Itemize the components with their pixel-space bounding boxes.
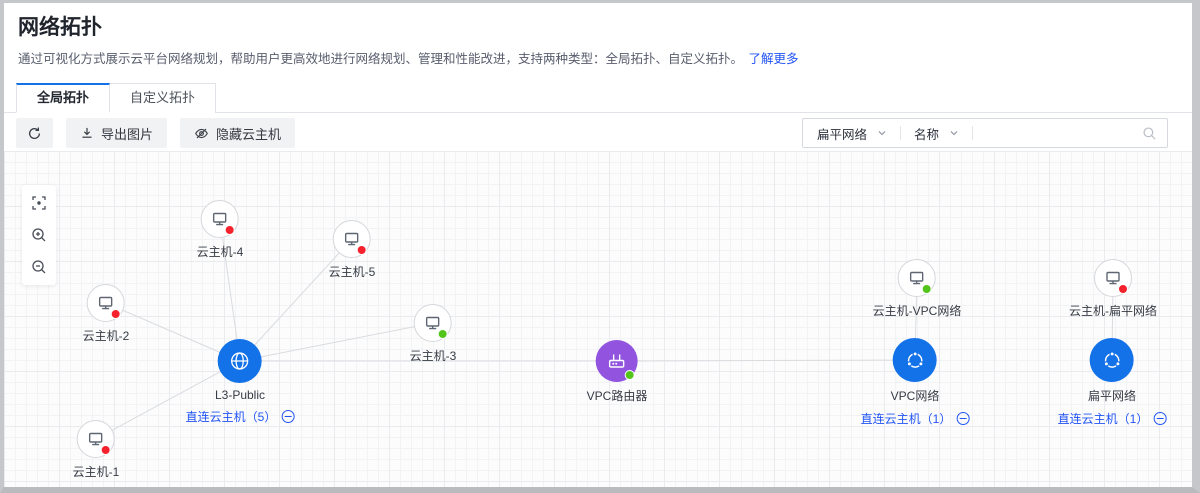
topology-node-host-2[interactable]: 云主机-2 (83, 284, 130, 344)
status-dot-red (111, 309, 121, 319)
fit-view-icon (31, 195, 47, 211)
toolbar: 导出图片 隐藏云主机 (16, 118, 295, 148)
connected-hosts-text: 直连云主机（1） (1058, 410, 1149, 427)
node-circle[interactable] (596, 340, 638, 382)
collapse-icon[interactable] (956, 412, 969, 425)
network-icon (1101, 349, 1124, 372)
description-text: 通过可视化方式展示云平台网络规划，帮助用户更高效地进行网络规划、管理和性能改进，… (18, 52, 743, 66)
topology-edges (4, 151, 1192, 487)
divider (900, 126, 901, 140)
chevron-down-icon (949, 128, 959, 138)
refresh-button[interactable] (16, 118, 53, 148)
node-circle[interactable] (893, 338, 937, 382)
tab-bar: 全局拓扑 自定义拓扑 (4, 83, 1192, 113)
zoom-out-button[interactable] (29, 257, 49, 277)
zoom-in-button[interactable] (29, 225, 49, 245)
tab-custom-topology[interactable]: 自定义拓扑 (110, 83, 216, 113)
globe-icon (228, 349, 252, 373)
node-circle[interactable] (201, 200, 239, 238)
topology-node-flat-network[interactable]: 扁平网络直连云主机（1） (1058, 338, 1167, 427)
search-field-value: 名称 (914, 124, 939, 143)
search-filter-box: 扁平网络 名称 (802, 118, 1168, 148)
status-dot-red (101, 445, 111, 455)
network-type-dropdown[interactable]: 扁平网络 (813, 124, 891, 143)
tab-global-topology[interactable]: 全局拓扑 (16, 83, 110, 113)
node-circle[interactable] (1090, 338, 1134, 382)
node-label: 云主机-扁平网络 (1069, 302, 1157, 319)
node-circle[interactable] (1094, 259, 1132, 297)
zoom-in-icon (31, 227, 47, 243)
network-type-value: 扁平网络 (817, 124, 867, 143)
zoom-out-icon (31, 259, 47, 275)
learn-more-link[interactable]: 了解更多 (749, 52, 799, 66)
node-circle[interactable] (333, 220, 371, 258)
node-circle[interactable] (898, 259, 936, 297)
node-label: 云主机-2 (83, 327, 130, 344)
export-image-button[interactable]: 导出图片 (66, 118, 167, 148)
export-image-label: 导出图片 (101, 124, 153, 143)
collapse-icon[interactable] (1153, 412, 1166, 425)
node-label: 云主机-VPC网络 (873, 302, 962, 319)
topology-node-host-flat[interactable]: 云主机-扁平网络 (1069, 259, 1157, 319)
node-label: 云主机-4 (197, 243, 244, 260)
node-label: L3-Public (215, 388, 265, 402)
hide-hosts-label: 隐藏云主机 (216, 124, 281, 143)
canvas-tools-panel (22, 185, 56, 285)
connected-hosts-link[interactable]: 直连云主机（1） (861, 410, 970, 427)
search-field-dropdown[interactable]: 名称 (910, 124, 963, 143)
status-dot-green (625, 370, 635, 380)
node-label: VPC网络 (891, 387, 940, 404)
refresh-icon (27, 126, 42, 141)
connected-hosts-link[interactable]: 直连云主机（5） (186, 408, 295, 425)
app-window: 网络拓扑 通过可视化方式展示云平台网络规划，帮助用户更高效地进行网络规划、管理和… (0, 0, 1200, 493)
node-circle[interactable] (77, 420, 115, 458)
node-circle[interactable] (414, 304, 452, 342)
status-dot-red (225, 225, 235, 235)
connected-hosts-text: 直连云主机（1） (861, 410, 952, 427)
download-icon (80, 126, 94, 140)
topology-node-host-vpc[interactable]: 云主机-VPC网络 (873, 259, 962, 319)
node-label: 云主机-1 (73, 463, 120, 480)
page-description: 通过可视化方式展示云平台网络规划，帮助用户更高效地进行网络规划、管理和性能改进，… (18, 48, 799, 67)
node-label: 云主机-5 (329, 263, 376, 280)
eye-off-icon (194, 126, 209, 141)
status-dot-red (1118, 284, 1128, 294)
router-icon (606, 350, 628, 372)
status-dot-green (922, 284, 932, 294)
search-input[interactable] (982, 122, 1142, 144)
topology-canvas[interactable]: 云主机-1 云主机-2 云主机-3 云主机-4 云主机-5 L3-Public 直连云主机（… (4, 151, 1192, 487)
connected-hosts-text: 直连云主机（5） (186, 408, 277, 425)
node-circle[interactable] (87, 284, 125, 322)
divider (972, 126, 973, 140)
chevron-down-icon (877, 128, 887, 138)
search-icon[interactable] (1142, 126, 1157, 141)
network-icon (904, 349, 927, 372)
topology-node-host-4[interactable]: 云主机-4 (197, 200, 244, 260)
topology-node-vpc-network[interactable]: VPC网络直连云主机（1） (861, 338, 970, 427)
node-label: 扁平网络 (1088, 387, 1136, 404)
topology-node-host-5[interactable]: 云主机-5 (329, 220, 376, 280)
node-circle[interactable] (218, 339, 262, 383)
topology-node-l3-public[interactable]: L3-Public 直连云主机（5） (186, 339, 295, 425)
page-title: 网络拓扑 (18, 11, 102, 41)
collapse-icon[interactable] (281, 410, 294, 423)
status-dot-green (438, 329, 448, 339)
topology-node-host-1[interactable]: 云主机-1 (73, 420, 120, 480)
node-label: VPC路由器 (587, 387, 648, 404)
fit-view-button[interactable] (29, 193, 49, 213)
node-label: 云主机-3 (410, 347, 457, 364)
hide-hosts-button[interactable]: 隐藏云主机 (180, 118, 295, 148)
topology-node-vpc-router[interactable]: VPC路由器 (587, 340, 648, 404)
connected-hosts-link[interactable]: 直连云主机（1） (1058, 410, 1167, 427)
status-dot-red (357, 245, 367, 255)
topology-node-host-3[interactable]: 云主机-3 (410, 304, 457, 364)
